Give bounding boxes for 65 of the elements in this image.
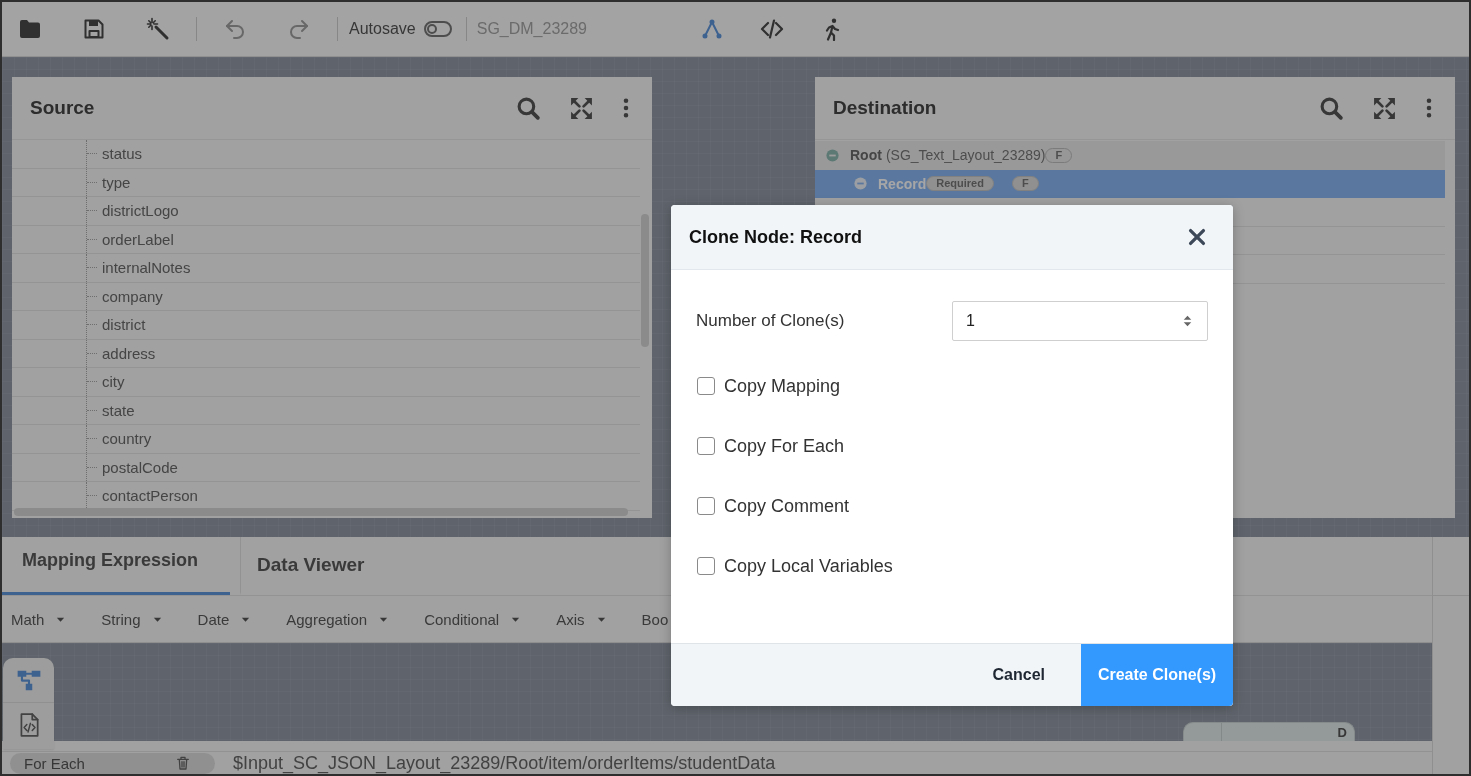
close-icon[interactable]: [1186, 226, 1208, 248]
horizontal-scrollbar[interactable]: [14, 508, 628, 516]
node-name: Root: [850, 147, 882, 164]
checkbox[interactable]: [697, 437, 715, 455]
tree-item[interactable]: orderLabel: [12, 225, 640, 254]
dialog-title: Clone Node: Record: [689, 226, 862, 248]
chip-label: For Each: [24, 754, 85, 772]
magic-wand-icon[interactable]: [146, 17, 170, 41]
for-each-chip[interactable]: For Each: [10, 752, 215, 774]
node-label: D: [1337, 724, 1347, 740]
checkbox[interactable]: [697, 497, 715, 515]
node-tag: F: [1045, 147, 1073, 163]
tab[interactable]: Data Viewer: [240, 537, 397, 595]
map-name: SG_DM_23289: [476, 20, 587, 38]
tree-row[interactable]: Root (SG_Text_Layout_23289) F: [815, 141, 1445, 170]
tree-item[interactable]: status: [12, 140, 640, 169]
function-menu[interactable]: String: [101, 610, 163, 628]
option-label[interactable]: Copy Comment: [724, 495, 850, 517]
panel-title: Source: [30, 97, 95, 119]
tree-item[interactable]: districtLogo: [12, 197, 640, 226]
tree-item[interactable]: address: [12, 339, 640, 368]
canvas-node[interactable]: D: [1183, 722, 1355, 741]
node-graph-icon[interactable]: [700, 17, 724, 41]
panel-title: Destination: [833, 97, 937, 119]
cancel-button[interactable]: Cancel: [956, 644, 1081, 706]
expression-path: $Input_SC_JSON_Layout_23289/Root/item/orderItems/studentData: [233, 752, 776, 774]
field-label: Number of Clone(s): [696, 311, 845, 331]
node-detail: (SG_Text_Layout_23289): [885, 147, 1046, 164]
option-label[interactable]: Copy Local Variables: [724, 555, 893, 577]
node-tag: Required: [926, 176, 994, 192]
tree-row[interactable]: Record Required F: [815, 169, 1445, 198]
autosave-label: Autosave: [349, 20, 416, 38]
option-label[interactable]: Copy For Each: [724, 435, 845, 457]
folder-icon[interactable]: [18, 17, 42, 41]
tree-item[interactable]: postalCode: [12, 453, 640, 482]
tree-item[interactable]: country: [12, 425, 640, 454]
node-tag: F: [1011, 176, 1039, 192]
code-icon[interactable]: [760, 17, 784, 41]
checkbox[interactable]: [697, 377, 715, 395]
function-menu[interactable]: Conditional: [424, 610, 522, 628]
checkbox[interactable]: [697, 557, 715, 575]
tree-item[interactable]: state: [12, 396, 640, 425]
create-button[interactable]: Create Clone(s): [1081, 644, 1233, 706]
tree-item[interactable]: type: [12, 168, 640, 197]
tree-item[interactable]: city: [12, 368, 640, 397]
function-menu[interactable]: Aggregation: [286, 610, 390, 628]
trash-icon[interactable]: [175, 755, 191, 771]
tree-item[interactable]: company: [12, 282, 640, 311]
function-menu[interactable]: Boo: [641, 610, 669, 628]
tree-item[interactable]: internalNotes: [12, 254, 640, 283]
more-icon[interactable]: [1425, 96, 1433, 120]
function-menu[interactable]: Date: [197, 610, 252, 628]
node-name: Record: [878, 175, 927, 192]
more-icon[interactable]: [622, 96, 630, 120]
function-menu[interactable]: Axis: [556, 610, 607, 628]
tab[interactable]: Mapping Expression: [2, 537, 231, 595]
tree-item[interactable]: district: [12, 311, 640, 340]
number-input[interactable]: 1: [952, 301, 1208, 341]
search-icon[interactable]: [516, 95, 541, 121]
search-icon[interactable]: [1319, 95, 1344, 121]
function-menu[interactable]: Math: [11, 610, 67, 628]
expand-icon[interactable]: [1372, 95, 1397, 121]
expand-icon[interactable]: [569, 95, 594, 121]
option-label[interactable]: Copy Mapping: [724, 375, 841, 397]
autosave-toggle[interactable]: [423, 21, 452, 37]
